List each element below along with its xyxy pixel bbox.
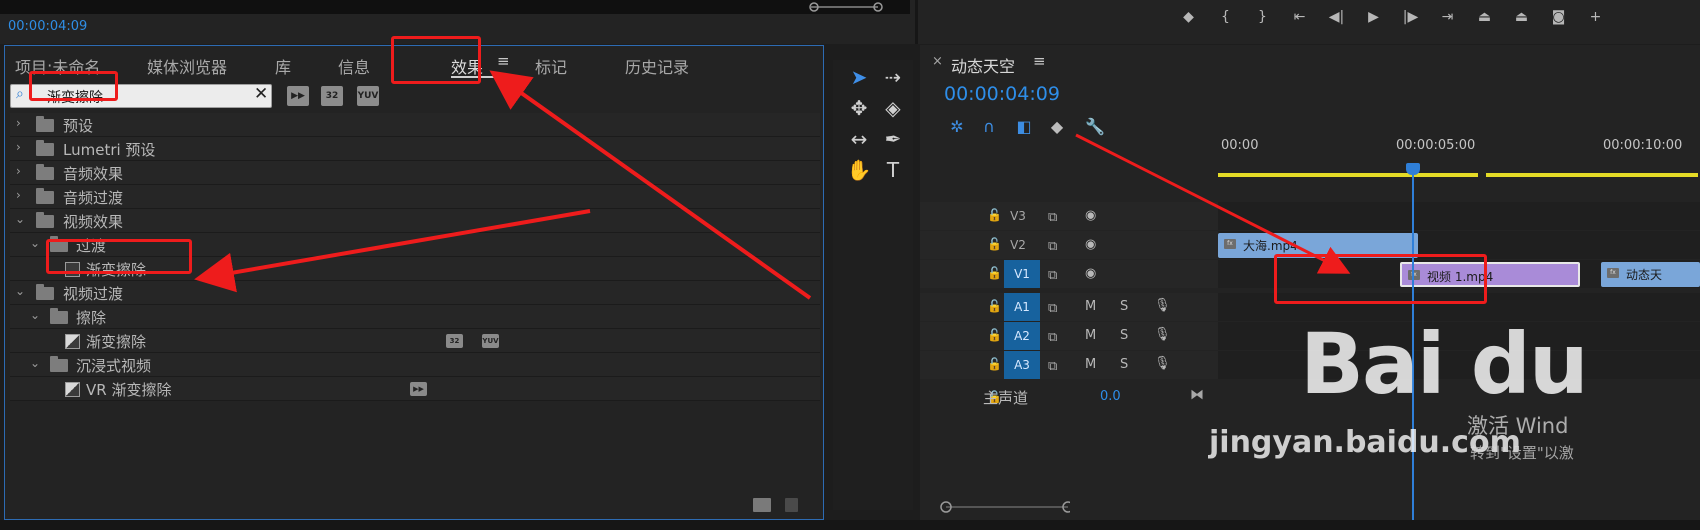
windows-activation-text: 激活 Wind [1467,414,1569,438]
windows-activation-subtext: 转到"设置"以激 [1470,444,1574,462]
status-bar [0,520,1700,530]
annotation-arrow [194,209,591,293]
annotation-arrow [1075,133,1351,274]
annotation-arrow [489,70,812,300]
watermark-logo: Bai du [1300,315,1589,413]
